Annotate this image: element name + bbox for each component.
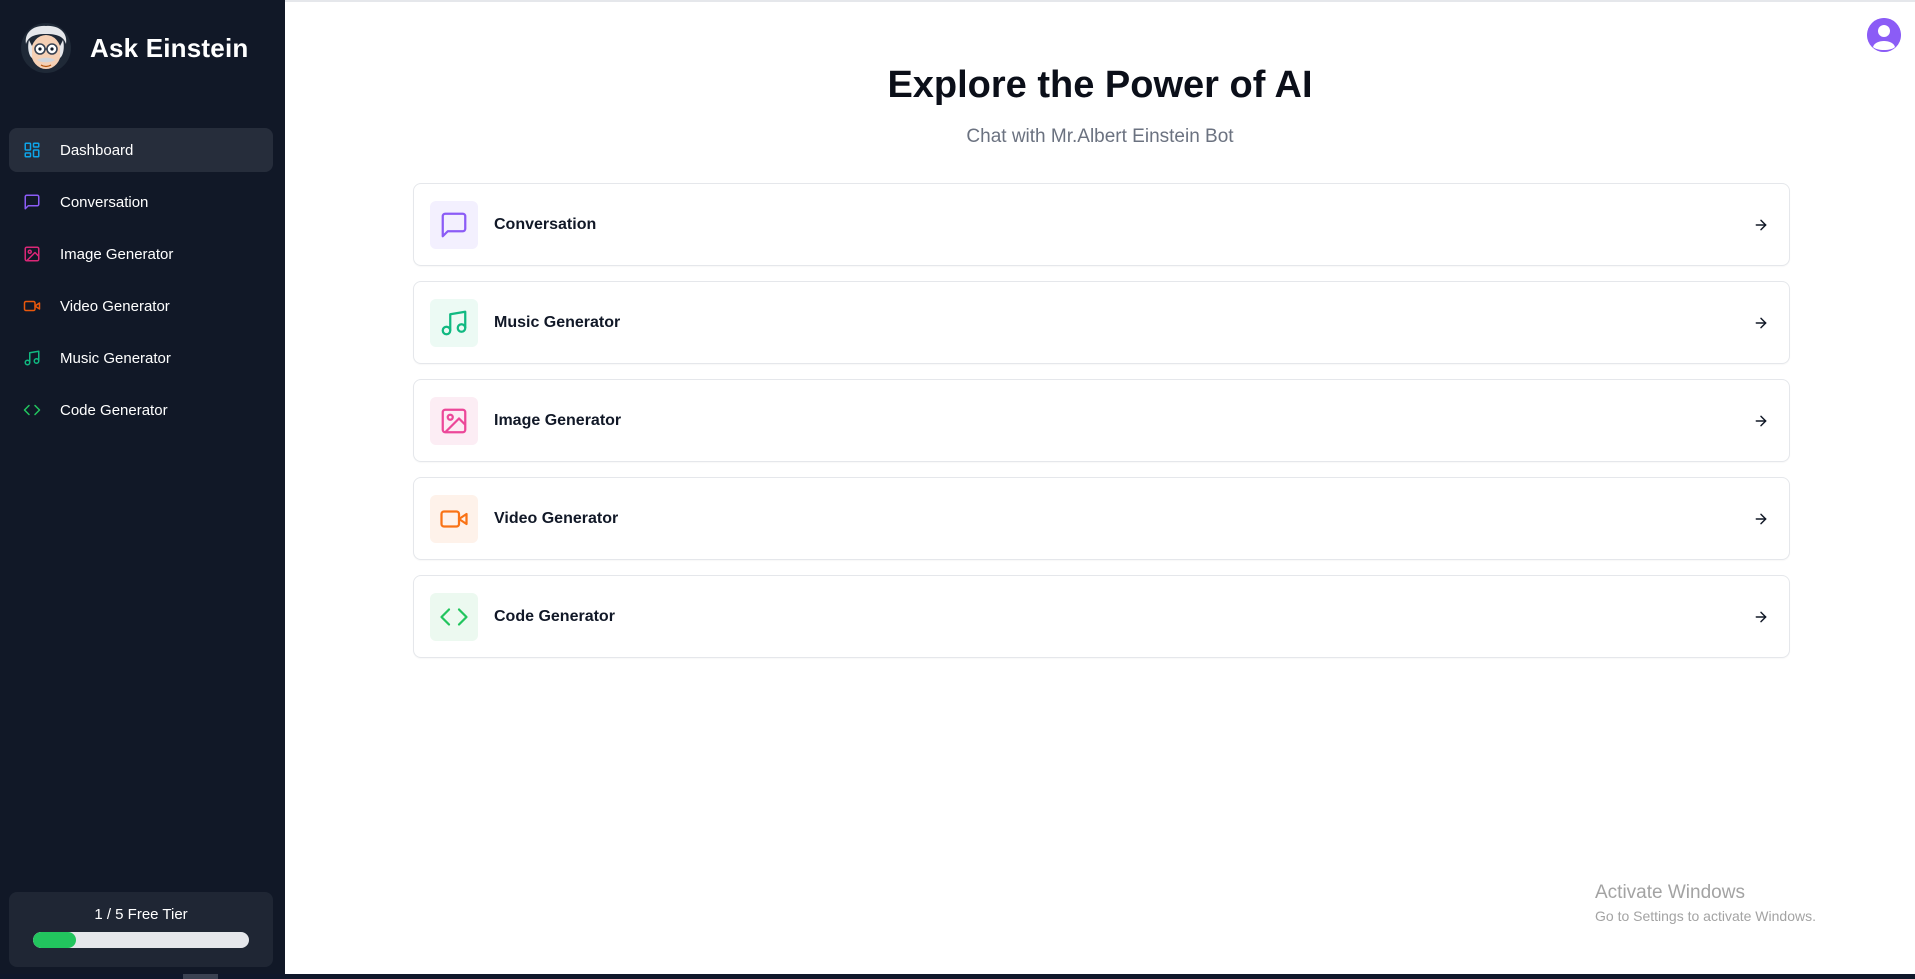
chat-bubble-icon bbox=[22, 192, 42, 212]
arrow-right-icon bbox=[1751, 313, 1771, 333]
free-tier-progress bbox=[33, 932, 249, 948]
card-label: Conversation bbox=[494, 215, 597, 233]
page-title: Explore the Power of AI bbox=[887, 64, 1313, 106]
sidebar-item-label: Music Generator bbox=[60, 349, 171, 367]
main-content: Explore the Power of AI Chat with Mr.Alb… bbox=[285, 0, 1915, 974]
card-image-generator[interactable]: Image Generator bbox=[413, 379, 1790, 462]
sidebar: Ask Einstein Dashboard Conversation Imag… bbox=[0, 0, 285, 979]
watermark-title: Activate Windows bbox=[1595, 882, 1745, 903]
taskbar-edge bbox=[0, 974, 1915, 979]
free-tier-progress-fill bbox=[33, 932, 77, 948]
sidebar-item-label: Conversation bbox=[60, 193, 149, 211]
code-brackets-icon bbox=[22, 400, 42, 420]
card-video-generator[interactable]: Video Generator bbox=[413, 477, 1790, 560]
sidebar-item-image-generator[interactable]: Image Generator bbox=[9, 232, 273, 276]
sidebar-item-code-generator[interactable]: Code Generator bbox=[9, 388, 273, 432]
card-label: Music Generator bbox=[494, 313, 621, 331]
image-icon bbox=[430, 396, 478, 445]
card-conversation[interactable]: Conversation bbox=[413, 183, 1790, 266]
arrow-right-icon bbox=[1751, 215, 1771, 235]
brand[interactable]: Ask Einstein bbox=[20, 22, 248, 74]
sidebar-nav: Dashboard Conversation Image Generator V… bbox=[9, 128, 273, 440]
sidebar-item-label: Video Generator bbox=[60, 297, 170, 315]
watermark-subtitle: Go to Settings to activate Windows. bbox=[1595, 908, 1816, 924]
tool-cards: Conversation Music Generator Image Gener… bbox=[413, 183, 1790, 673]
card-code-generator[interactable]: Code Generator bbox=[413, 575, 1790, 658]
video-camera-icon bbox=[430, 494, 478, 543]
sidebar-item-label: Dashboard bbox=[60, 141, 134, 159]
sidebar-item-conversation[interactable]: Conversation bbox=[9, 180, 273, 224]
video-camera-icon bbox=[22, 296, 42, 316]
taskbar-tab bbox=[183, 974, 218, 979]
brand-name: Ask Einstein bbox=[90, 32, 249, 63]
user-avatar-icon[interactable] bbox=[1867, 18, 1901, 52]
arrow-right-icon bbox=[1751, 411, 1771, 431]
dashboard-grid-icon bbox=[22, 140, 42, 160]
windows-activation-watermark: Activate Windows Go to Settings to activ… bbox=[1595, 882, 1816, 924]
app-root: Ask Einstein Dashboard Conversation Imag… bbox=[0, 0, 1915, 979]
sidebar-item-dashboard[interactable]: Dashboard bbox=[9, 128, 273, 172]
sidebar-item-video-generator[interactable]: Video Generator bbox=[9, 284, 273, 328]
music-note-icon bbox=[22, 348, 42, 368]
free-tier-label: 1 / 5 Free Tier bbox=[94, 906, 188, 923]
chat-bubble-icon bbox=[430, 200, 478, 249]
card-label: Video Generator bbox=[494, 509, 619, 527]
page-subtitle: Chat with Mr.Albert Einstein Bot bbox=[966, 126, 1234, 147]
einstein-avatar-icon bbox=[21, 23, 71, 73]
sidebar-item-label: Code Generator bbox=[60, 401, 168, 419]
sidebar-item-label: Image Generator bbox=[60, 245, 174, 263]
card-label: Image Generator bbox=[494, 411, 622, 429]
image-icon bbox=[22, 244, 42, 264]
arrow-right-icon bbox=[1751, 509, 1771, 529]
card-music-generator[interactable]: Music Generator bbox=[413, 281, 1790, 364]
sidebar-item-music-generator[interactable]: Music Generator bbox=[9, 336, 273, 380]
music-note-icon bbox=[430, 298, 478, 347]
card-label: Code Generator bbox=[494, 607, 615, 625]
code-brackets-icon bbox=[430, 592, 478, 641]
arrow-right-icon bbox=[1751, 607, 1771, 627]
free-tier-counter: 1 / 5 Free Tier bbox=[9, 892, 273, 967]
